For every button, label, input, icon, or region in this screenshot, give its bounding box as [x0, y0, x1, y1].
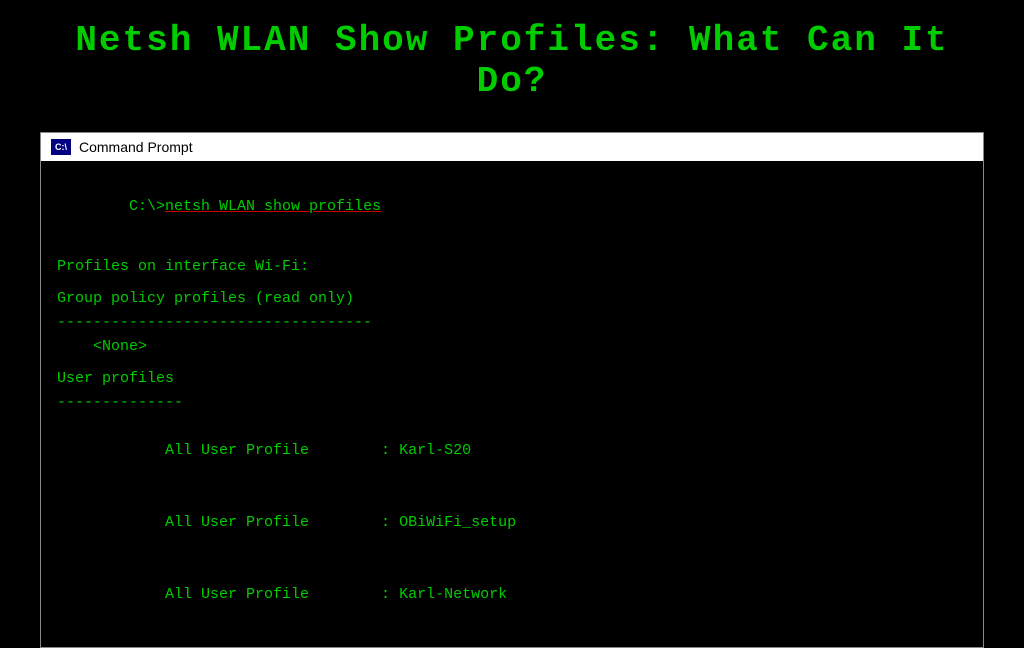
profile3-label: All User Profile : [129, 586, 399, 603]
cmd-line-profiles-interface: Profiles on interface Wi-Fi: [57, 255, 967, 279]
profile2-value: OBiWiFi_setup [399, 514, 516, 531]
cmd-window: C:\ Command Prompt C:\>netsh WLAN show p… [40, 132, 984, 648]
spacer-1 [57, 247, 967, 255]
cmd-command: netsh WLAN show profiles [165, 198, 381, 215]
cmd-titlebar: C:\ Command Prompt [41, 133, 983, 161]
profile3-value: Karl-Network [399, 586, 507, 603]
cmd-line-group-policy: Group policy profiles (read only) [57, 287, 967, 311]
cmd-line-none: <None> [57, 335, 967, 359]
cmd-prompt-line: C:\>netsh WLAN show profiles [57, 171, 967, 243]
spacer-3 [57, 359, 967, 367]
cmd-title-text: Command Prompt [79, 139, 193, 155]
cmd-body: C:\>netsh WLAN show profiles Profiles on… [41, 161, 983, 647]
cmd-icon: C:\ [51, 139, 71, 155]
cmd-line-user-profiles: User profiles [57, 367, 967, 391]
page-container: Netsh WLAN Show Profiles: What Can It Do… [0, 0, 1024, 576]
profile1-value: Karl-S20 [399, 442, 471, 459]
cmd-line-separator1: ----------------------------------- [57, 311, 967, 335]
cmd-line-profile1: All User Profile : Karl-S20 [57, 415, 967, 487]
cmd-line-separator2: -------------- [57, 391, 967, 415]
main-title: Netsh WLAN Show Profiles: What Can It Do… [40, 20, 984, 102]
cmd-line-profile3: All User Profile : Karl-Network [57, 559, 967, 631]
spacer-2 [57, 279, 967, 287]
cmd-line-profile2: All User Profile : OBiWiFi_setup [57, 487, 967, 559]
profile1-label: All User Profile : [129, 442, 399, 459]
profile2-label: All User Profile : [129, 514, 399, 531]
cmd-prompt: C:\> [129, 198, 165, 215]
